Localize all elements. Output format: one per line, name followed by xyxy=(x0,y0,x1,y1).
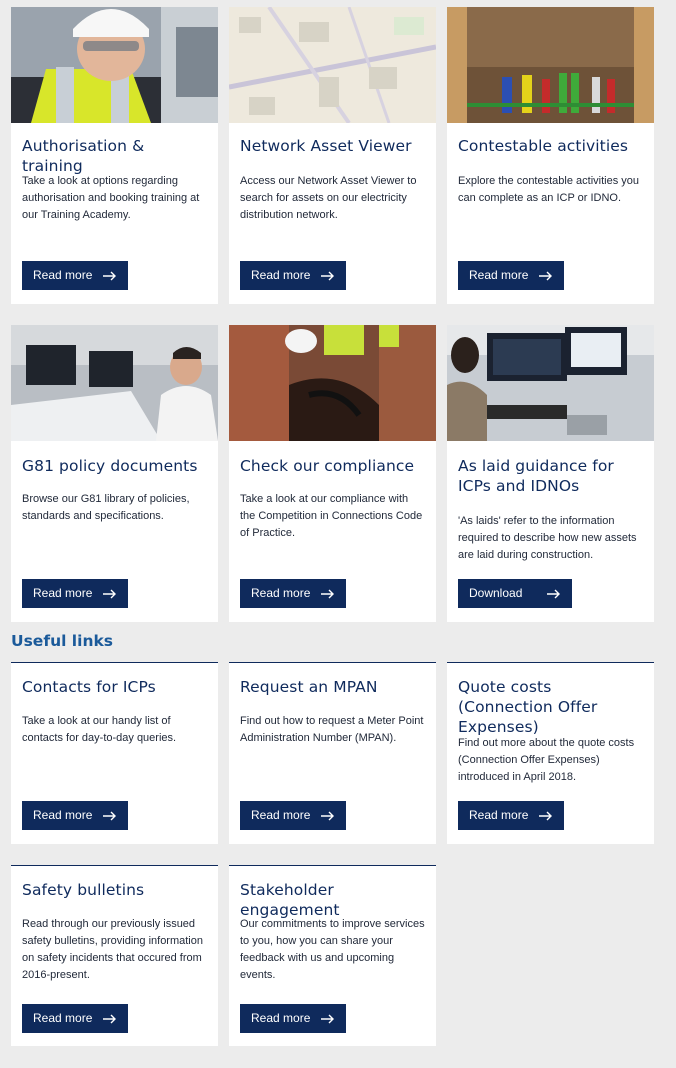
button-label: Read more xyxy=(33,808,93,822)
card-contestable-activities[interactable]: Contestable activities Explore the conte… xyxy=(447,7,654,304)
arrow-right-icon xyxy=(321,579,335,608)
button-label: Read more xyxy=(33,586,93,600)
arrow-right-icon xyxy=(103,801,117,830)
button-label: Read more xyxy=(33,268,93,282)
card-title: Stakeholder engagement xyxy=(240,881,340,919)
card-authorisation-training[interactable]: Authorisation & training Take a look at … xyxy=(11,7,218,304)
control-room-photo[interactable] xyxy=(447,325,654,441)
button-label: Read more xyxy=(469,808,529,822)
card-description: Read through our previously issued safet… xyxy=(22,918,203,981)
card-title: G81 policy documents xyxy=(22,457,198,475)
read-more-button[interactable]: Read more xyxy=(240,801,346,830)
button-label: Read more xyxy=(469,268,529,282)
card-title: Safety bulletins xyxy=(22,881,145,899)
read-more-button[interactable]: Read more xyxy=(458,261,564,290)
card-title: Authorisation & training xyxy=(22,137,145,175)
cables-photo[interactable] xyxy=(447,7,654,123)
arrow-right-icon xyxy=(321,261,335,290)
card-title: Contestable activities xyxy=(458,137,629,155)
button-label: Download xyxy=(469,586,523,600)
card-quote-costs[interactable]: Quote costs (Connection Offer Expenses) … xyxy=(447,662,654,844)
download-button[interactable]: Download xyxy=(458,579,572,608)
card-description: Access our Network Asset Viewer to searc… xyxy=(240,175,417,221)
read-more-button[interactable]: Read more xyxy=(22,1004,128,1033)
card-g81-policy-documents[interactable]: G81 policy documents Browse our G81 libr… xyxy=(11,325,218,622)
arrow-right-icon xyxy=(103,1004,117,1033)
button-label: Read more xyxy=(251,808,311,822)
read-more-button[interactable]: Read more xyxy=(240,579,346,608)
office-photo[interactable] xyxy=(11,325,218,441)
button-label: Read more xyxy=(251,1011,311,1025)
read-more-button[interactable]: Read more xyxy=(22,261,128,290)
card-title: Quote costs (Connection Offer Expenses) xyxy=(458,678,598,736)
card-description: Take a look at our handy list of contact… xyxy=(22,715,177,744)
arrow-right-icon xyxy=(103,261,117,290)
arrow-right-icon xyxy=(321,1004,335,1033)
card-title: Request an MPAN xyxy=(240,678,378,696)
arrow-right-icon xyxy=(539,261,553,290)
card-stakeholder-engagement[interactable]: Stakeholder engagement Our commitments t… xyxy=(229,865,436,1046)
read-more-button[interactable]: Read more xyxy=(22,801,128,830)
card-as-laid-guidance[interactable]: As laid guidance for ICPs and IDNOs 'As … xyxy=(447,325,654,622)
button-label: Read more xyxy=(251,268,311,282)
card-description: Explore the contestable activities you c… xyxy=(458,175,639,204)
card-title: Contacts for ICPs xyxy=(22,678,156,696)
arrow-right-icon xyxy=(547,579,561,608)
worker-photo[interactable] xyxy=(11,7,218,123)
card-check-compliance[interactable]: Check our compliance Take a look at our … xyxy=(229,325,436,622)
read-more-button[interactable]: Read more xyxy=(240,261,346,290)
arrow-right-icon xyxy=(539,801,553,830)
section-heading-useful-links: Useful links xyxy=(11,632,114,650)
card-network-asset-viewer[interactable]: Network Asset Viewer Access our Network … xyxy=(229,7,436,304)
arrow-right-icon xyxy=(321,801,335,830)
card-safety-bulletins[interactable]: Safety bulletins Read through our previo… xyxy=(11,865,218,1046)
read-more-button[interactable]: Read more xyxy=(240,1004,346,1033)
card-title: As laid guidance for ICPs and IDNOs xyxy=(458,457,614,495)
button-label: Read more xyxy=(33,1011,93,1025)
card-description: Our commitments to improve services to y… xyxy=(240,918,425,981)
card-description: 'As laids' refer to the information requ… xyxy=(458,515,637,561)
card-description: Browse our G81 library of policies, stan… xyxy=(22,493,190,522)
card-title: Check our compliance xyxy=(240,457,415,475)
card-contacts-for-icps[interactable]: Contacts for ICPs Take a look at our han… xyxy=(11,662,218,844)
card-description: Find out how to request a Meter Point Ad… xyxy=(240,715,424,744)
card-request-mpan[interactable]: Request an MPAN Find out how to request … xyxy=(229,662,436,844)
arrow-right-icon xyxy=(103,579,117,608)
excavation-photo[interactable] xyxy=(229,325,436,441)
read-more-button[interactable]: Read more xyxy=(22,579,128,608)
card-description: Find out more about the quote costs (Con… xyxy=(458,737,635,783)
card-title: Network Asset Viewer xyxy=(240,137,412,155)
card-description: Take a look at our compliance with the C… xyxy=(240,493,423,539)
read-more-button[interactable]: Read more xyxy=(458,801,564,830)
map-photo[interactable] xyxy=(229,7,436,123)
button-label: Read more xyxy=(251,586,311,600)
card-description: Take a look at options regarding authori… xyxy=(22,175,200,221)
